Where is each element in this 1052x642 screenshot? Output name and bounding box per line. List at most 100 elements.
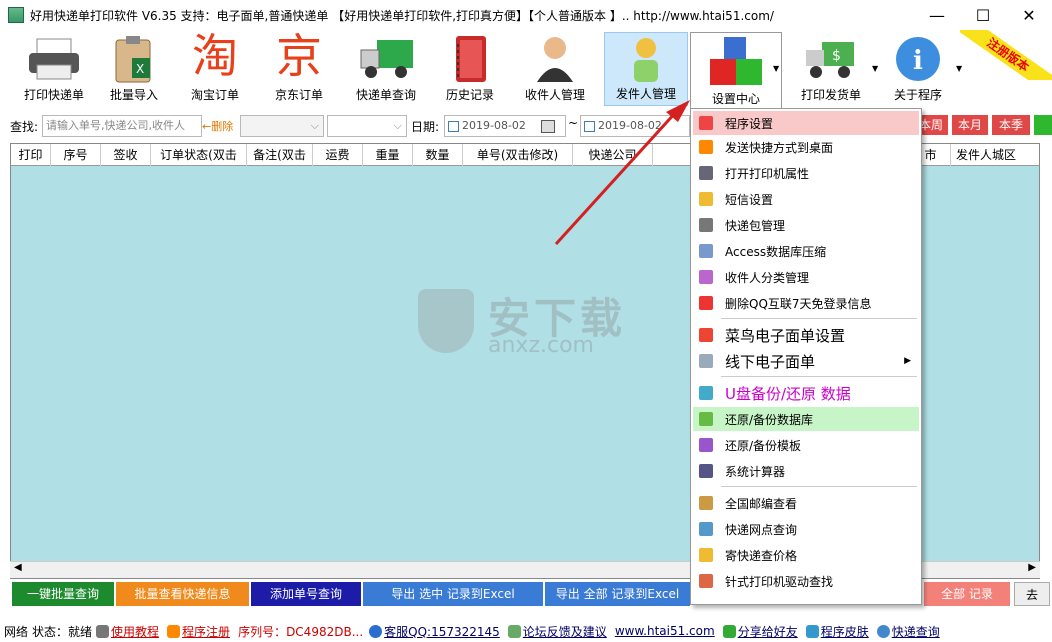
date-to-input[interactable]: 2019-08-02 bbox=[580, 115, 690, 137]
share-link[interactable]: 分享给好友 bbox=[738, 623, 798, 640]
date-from-checkbox[interactable] bbox=[448, 120, 459, 132]
menu-item-access-compress[interactable]: Access数据库压缩 bbox=[693, 239, 919, 263]
col-header[interactable]: 订单状态(双击 bbox=[151, 144, 247, 166]
person-icon bbox=[535, 32, 575, 86]
toolbar-label: 发件人管理 bbox=[615, 87, 676, 101]
forum-link[interactable]: 论坛反馈及建议 bbox=[523, 623, 607, 640]
menu-item-restore-database[interactable]: 还原/备份数据库 bbox=[693, 407, 919, 431]
recipient-manage-button[interactable]: 收件人管理 bbox=[520, 32, 590, 106]
registered-ribbon: 注册版本 bbox=[960, 30, 1052, 80]
batch-query-button[interactable]: 一键批量查询 bbox=[12, 582, 114, 606]
menu-item-program-settings[interactable]: 程序设置 bbox=[693, 111, 919, 135]
usb-icon bbox=[699, 386, 713, 400]
this-quarter-button[interactable]: 本季 bbox=[992, 115, 1030, 135]
jd-orders-button[interactable]: 京 京东订单 bbox=[264, 29, 334, 106]
forum-icon bbox=[507, 624, 521, 638]
toolbar-label: 打印发货单 bbox=[800, 88, 861, 102]
export-selected-button[interactable]: 导出 选中 记录到Excel bbox=[363, 582, 543, 606]
toolbar-label: 批量导入 bbox=[109, 88, 158, 102]
all-records-button[interactable]: 全部 记录 bbox=[924, 582, 1010, 606]
menu-item-delete-qq-login[interactable]: 删除QQ互联7天免登录信息 bbox=[693, 291, 919, 315]
batch-view-button[interactable]: 批量查看快递信息 bbox=[116, 582, 249, 606]
menu-item-usb-backup[interactable]: U盘备份/还原 数据 bbox=[693, 381, 919, 405]
register-link[interactable]: 程序注册 bbox=[182, 623, 230, 640]
courier-select[interactable]: ⌵ bbox=[327, 115, 407, 137]
col-header[interactable]: 运费 bbox=[313, 144, 363, 166]
sender-manage-button[interactable]: 发件人管理 bbox=[604, 32, 688, 106]
scroll-left-icon[interactable]: ◀ bbox=[14, 562, 22, 573]
svg-text:X: X bbox=[136, 62, 144, 76]
batch-import-button[interactable]: X 批量导入 bbox=[102, 32, 166, 106]
category-select[interactable]: ⌵ bbox=[240, 115, 324, 137]
watermark: 安下载 anxz.com bbox=[418, 285, 648, 365]
minimize-button[interactable]: — bbox=[914, 0, 960, 30]
export-all-button[interactable]: 导出 全部 记录到Excel bbox=[545, 582, 690, 606]
settings-dropdown-menu: 程序设置 发送快捷方式到桌面 打开打印机属性 短信设置 快递包管理 Access… bbox=[690, 108, 922, 605]
col-header[interactable]: 快递公司 bbox=[573, 144, 653, 166]
close-button[interactable]: ✕ bbox=[1006, 0, 1052, 30]
template-icon bbox=[699, 438, 713, 452]
date-label: 日期: bbox=[411, 120, 440, 134]
date-from-input[interactable]: 2019-08-02 bbox=[444, 115, 566, 137]
jd-icon: 京 bbox=[276, 29, 322, 83]
waybill-query-button[interactable]: 快递单查询 bbox=[348, 32, 424, 106]
menu-item-recipient-category[interactable]: 收件人分类管理 bbox=[693, 265, 919, 289]
this-month-button[interactable]: 本月 bbox=[952, 115, 988, 135]
offline-icon bbox=[699, 354, 713, 368]
col-header[interactable]: 发件人城区 bbox=[951, 144, 1021, 166]
col-header[interactable]: 序号 bbox=[51, 144, 101, 166]
skin-link[interactable]: 程序皮肤 bbox=[821, 623, 869, 640]
calendar-icon[interactable] bbox=[541, 120, 555, 133]
dropdown-arrow-icon[interactable]: ▼ bbox=[773, 64, 779, 73]
express-query-link[interactable]: 快递查询 bbox=[892, 623, 940, 640]
col-header[interactable]: 打印 bbox=[11, 144, 51, 166]
date-to-checkbox[interactable] bbox=[584, 120, 595, 132]
col-header[interactable]: 签收 bbox=[101, 144, 151, 166]
price-icon bbox=[699, 548, 713, 562]
maximize-button[interactable]: ☐ bbox=[960, 0, 1006, 30]
cubes-icon bbox=[706, 33, 766, 90]
history-button[interactable]: 历史记录 bbox=[438, 32, 502, 106]
about-button[interactable]: i 关于程序 bbox=[882, 32, 954, 106]
qq-link[interactable]: 客服QQ:157322145 bbox=[384, 623, 500, 640]
green-tab[interactable] bbox=[1034, 115, 1052, 135]
package-icon bbox=[699, 218, 713, 232]
menu-item-calculator[interactable]: 系统计算器 bbox=[693, 459, 919, 483]
menu-item-postcode[interactable]: 全国邮编查看 bbox=[693, 491, 919, 515]
menu-item-send-shortcut[interactable]: 发送快捷方式到桌面 bbox=[693, 135, 919, 159]
menu-item-driver-search[interactable]: 针式打印机驱动查找 bbox=[693, 569, 919, 593]
menu-separator bbox=[721, 318, 917, 319]
history-book-icon bbox=[450, 32, 490, 86]
settings-center-button[interactable]: 设置中心 bbox=[690, 32, 782, 110]
menu-item-offline-waybill[interactable]: 线下电子面单 ▶ bbox=[693, 349, 919, 373]
menu-item-restore-template[interactable]: 还原/备份模板 bbox=[693, 433, 919, 457]
add-number-button[interactable]: 添加单号查询 bbox=[251, 582, 361, 606]
cainiao-icon bbox=[699, 328, 713, 342]
delete-icon bbox=[699, 296, 713, 310]
go-button[interactable]: 去 bbox=[1014, 582, 1050, 606]
menu-item-cainiao-settings[interactable]: 菜鸟电子面单设置 bbox=[693, 323, 919, 347]
menu-item-sms-settings[interactable]: 短信设置 bbox=[693, 187, 919, 211]
tutorial-link[interactable]: 使用教程 bbox=[111, 623, 159, 640]
website-link[interactable]: www.htai51.com bbox=[615, 624, 715, 638]
dropdown-arrow-icon[interactable]: ▼ bbox=[872, 64, 878, 73]
col-header[interactable]: 重量 bbox=[363, 144, 413, 166]
scroll-right-icon[interactable]: ▶ bbox=[1028, 562, 1036, 573]
print-waybill-button[interactable]: 打印快递单 bbox=[14, 32, 94, 106]
col-header[interactable]: 数量 bbox=[413, 144, 463, 166]
taobao-orders-button[interactable]: 淘 淘宝订单 bbox=[180, 29, 250, 106]
print-delivery-note-button[interactable]: $ 打印发货单 bbox=[790, 32, 872, 106]
menu-item-branch-query[interactable]: 快递网点查询 bbox=[693, 517, 919, 541]
col-header[interactable]: 备注(双击 bbox=[247, 144, 313, 166]
qq-icon bbox=[369, 624, 383, 638]
printer-icon bbox=[25, 32, 83, 86]
search-input[interactable]: 请输入单号,快递公司,收件人 bbox=[42, 115, 202, 137]
col-header[interactable]: 单号(双击修改) bbox=[463, 144, 573, 166]
svg-text:i: i bbox=[913, 46, 923, 76]
toolbar-label: 设置中心 bbox=[711, 92, 760, 106]
taobao-icon: 淘 bbox=[192, 29, 238, 83]
delete-link[interactable]: ←删除 bbox=[202, 118, 233, 134]
menu-item-printer-properties[interactable]: 打开打印机属性 bbox=[693, 161, 919, 185]
menu-item-package-manage[interactable]: 快递包管理 bbox=[693, 213, 919, 237]
menu-item-price-query[interactable]: 寄快递查价格 bbox=[693, 543, 919, 567]
